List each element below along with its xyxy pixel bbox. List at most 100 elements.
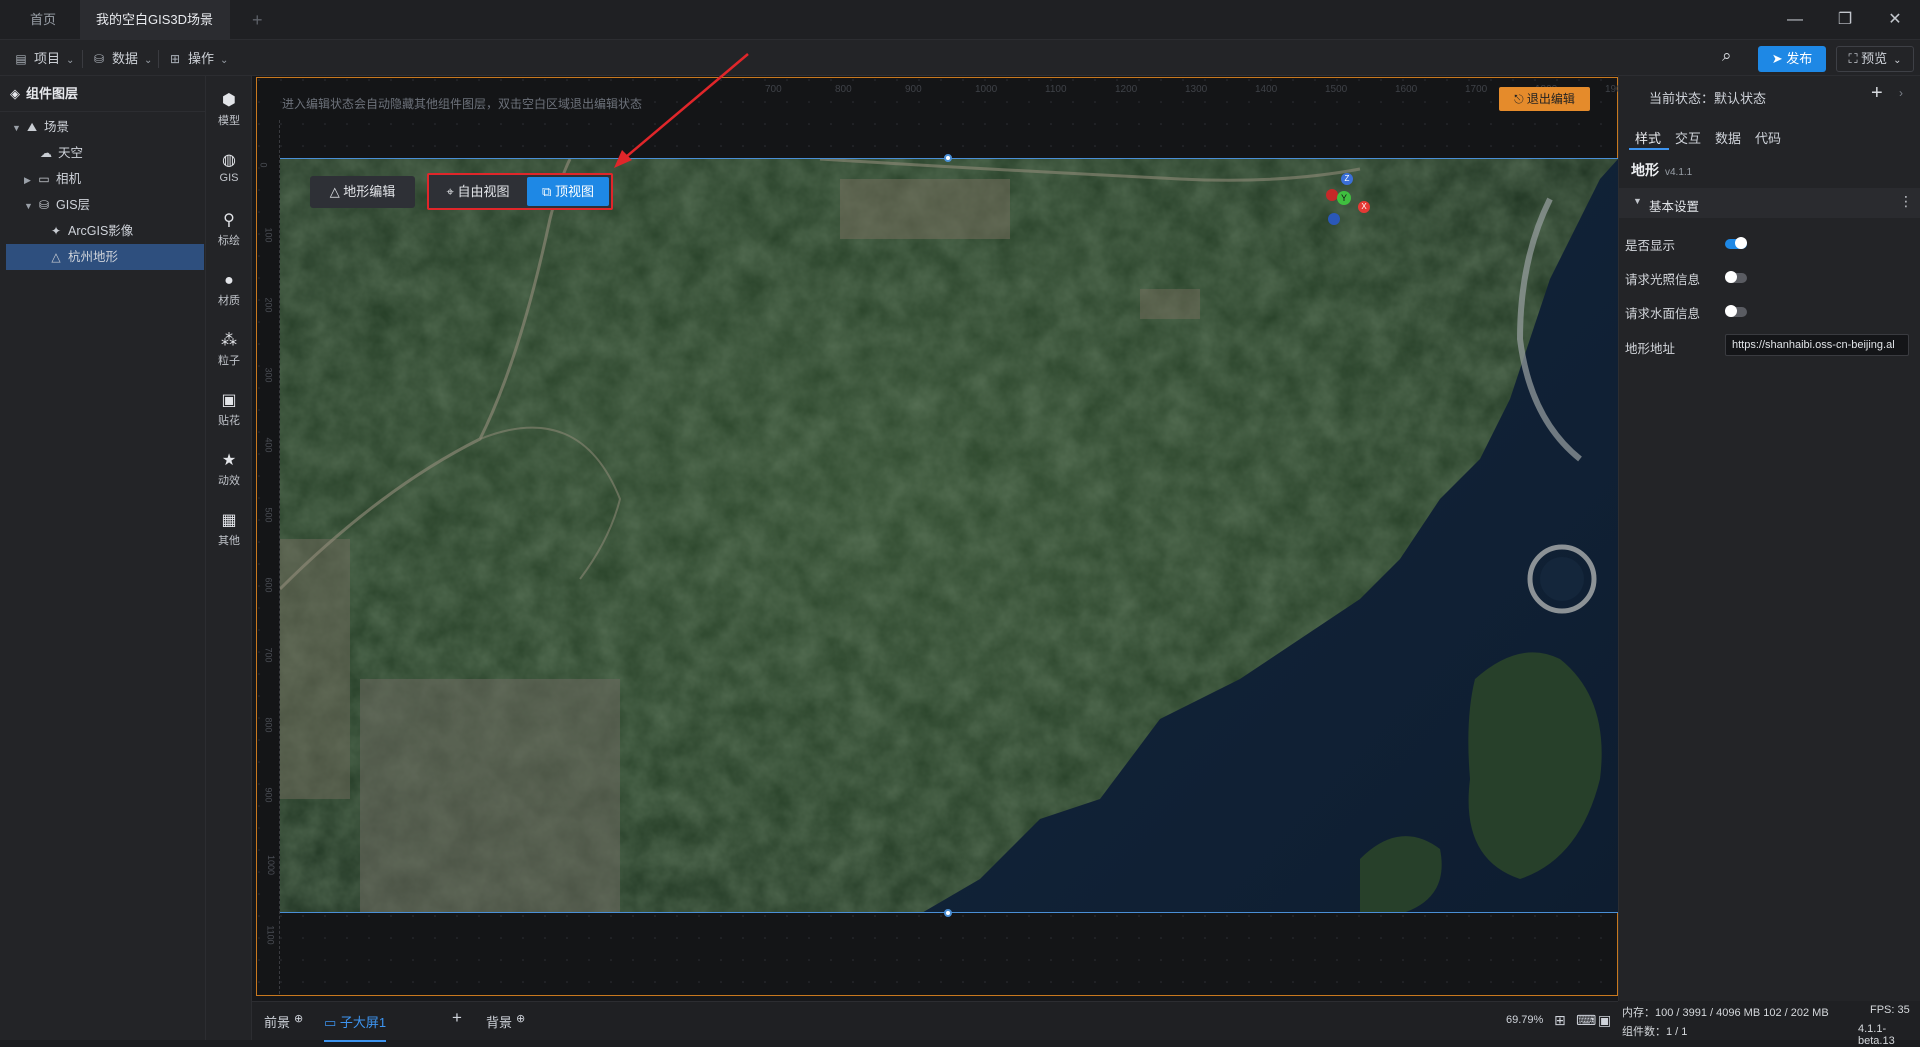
more-icon[interactable]: ⋮ bbox=[1899, 193, 1913, 210]
toggle-knob bbox=[1725, 305, 1737, 317]
chevron-down-icon: ⌄ bbox=[220, 55, 229, 66]
resize-handle-bottom[interactable] bbox=[944, 909, 952, 917]
ruler-tick-label: 1600 bbox=[1395, 84, 1418, 95]
grid-icon: ⊞ bbox=[169, 52, 181, 66]
layers-panel: ◈ 组件图层 ▼ ⛰ 场景 ☁ 天空 ▶ ▭ 相机 ▼ ⛁ GIS层 ✦ ArcGIS影像 △ 杭州… bbox=[0, 76, 206, 1040]
fullscreen-icon: ⛶ bbox=[1848, 51, 1862, 66]
visible-toggle[interactable] bbox=[1725, 237, 1747, 249]
tab-scene-label: 我的空白GIS3D场景 bbox=[96, 12, 214, 27]
tree-item-arcgis[interactable]: ✦ ArcGIS影像 bbox=[0, 218, 206, 244]
tree-item-gis-layer[interactable]: ▼ ⛁ GIS层 bbox=[0, 192, 206, 218]
top-view-label: 顶视图 bbox=[554, 184, 594, 199]
tool-gis[interactable]: ◍ GIS bbox=[206, 146, 252, 196]
caret-down-icon[interactable]: ▼ bbox=[24, 193, 36, 219]
top-view-button[interactable]: ⧉ 顶视图 bbox=[527, 177, 609, 206]
tab-code[interactable]: 代码 bbox=[1755, 128, 1781, 147]
free-view-icon: ⌖ bbox=[446, 184, 458, 199]
section-title: 基本设置 bbox=[1649, 200, 1700, 214]
tab-interaction[interactable]: 交互 bbox=[1675, 128, 1701, 147]
gizmo-blue-dot[interactable] bbox=[1328, 213, 1340, 225]
ruler-tick-label: 700 bbox=[765, 84, 782, 95]
keyboard-icon[interactable]: ⌨ bbox=[1576, 1012, 1596, 1029]
tree-item-camera[interactable]: ▶ ▭ 相机 bbox=[0, 166, 206, 192]
chevron-right-icon[interactable]: › bbox=[1899, 86, 1903, 100]
tree-item-label: 场景 bbox=[44, 120, 70, 134]
ruler-tick-label: 1100 bbox=[1045, 84, 1067, 95]
water-toggle[interactable] bbox=[1725, 305, 1747, 317]
tool-effect[interactable]: ★ 动效 bbox=[206, 446, 252, 496]
ruler-tick-label: 400 bbox=[263, 437, 274, 453]
add-tab-button[interactable]: + bbox=[236, 0, 279, 40]
free-view-label: 自由视图 bbox=[457, 184, 510, 199]
terrain-viewport[interactable]: Z Y X bbox=[280, 158, 1618, 913]
tab-foreground[interactable]: 前景 ⊕ bbox=[264, 1012, 303, 1031]
component-count: 组件数：1 / 1 bbox=[1622, 1026, 1688, 1038]
apps-icon: ▦ bbox=[221, 512, 237, 529]
resize-handle-top[interactable] bbox=[944, 154, 952, 162]
terrain-url-input[interactable]: https://shanhaibi.oss-cn-beijing.al bbox=[1725, 334, 1909, 356]
tool-label: 动效 bbox=[218, 475, 240, 487]
preview-button[interactable]: ⛶ 预览 ⌄ bbox=[1836, 46, 1914, 72]
menu-data[interactable]: ⛁ 数据 ⌄ bbox=[92, 48, 152, 70]
gizmo-z-axis[interactable]: Z bbox=[1341, 173, 1353, 185]
caret-down-icon: ▼ bbox=[1633, 196, 1642, 206]
exit-edit-button[interactable]: ⎋ 退出编辑 bbox=[1499, 87, 1590, 111]
tool-model[interactable]: ⬢ 模型 bbox=[206, 86, 252, 136]
gizmo-y-axis[interactable]: Y bbox=[1337, 191, 1351, 205]
tree-item-sky[interactable]: ☁ 天空 bbox=[0, 140, 206, 166]
add-circle-icon[interactable]: ⊕ bbox=[516, 1013, 525, 1025]
tool-label: GIS bbox=[219, 172, 239, 184]
caret-down-icon[interactable]: ▼ bbox=[12, 115, 24, 141]
terminal-icon[interactable]: ▣ bbox=[1598, 1012, 1611, 1029]
terrain-edit-button[interactable]: △ 地形编辑 bbox=[310, 176, 415, 208]
ruler-tick-label: 1300 bbox=[1185, 84, 1208, 95]
chevron-down-icon: ⌄ bbox=[1893, 55, 1902, 66]
maximize-icon[interactable]: ❐ bbox=[1822, 0, 1868, 40]
section-basic-settings[interactable]: ▼ 基本设置 ⋮ bbox=[1619, 188, 1920, 218]
tab-sub-screen[interactable]: ▭ 子大屏1 bbox=[324, 1012, 387, 1042]
toggle-knob bbox=[1735, 237, 1747, 249]
tool-other[interactable]: ▦ 其他 bbox=[206, 506, 252, 556]
tree-item-hangzhou-terrain[interactable]: △ 杭州地形 bbox=[6, 244, 204, 270]
tool-decal[interactable]: ▣ 贴花 bbox=[206, 386, 252, 436]
tree-item-label: ArcGIS影像 bbox=[68, 224, 134, 238]
tree-item-label: 天空 bbox=[58, 146, 84, 160]
minimize-icon[interactable]: — bbox=[1772, 0, 1818, 40]
tab-home[interactable]: 首页 bbox=[14, 0, 72, 40]
search-icon[interactable]: ⌕ bbox=[1722, 46, 1732, 66]
ruler-tick-label: 200 bbox=[263, 297, 274, 313]
caret-right-icon[interactable]: ▶ bbox=[24, 167, 36, 193]
chevron-down-icon: ⌄ bbox=[66, 55, 75, 66]
gis-layer-icon: ⛁ bbox=[38, 198, 50, 212]
tab-scene[interactable]: 我的空白GIS3D场景 bbox=[80, 0, 230, 65]
preview-label: 预览 bbox=[1861, 51, 1888, 66]
fps-status: FPS: 35 bbox=[1870, 1004, 1910, 1016]
ruler-tick-label: 300 bbox=[263, 367, 274, 383]
publish-button[interactable]: ➤ 发布 bbox=[1758, 46, 1826, 72]
tool-plot[interactable]: ⚲ 标绘 bbox=[206, 206, 252, 256]
gizmo-x-axis[interactable]: X bbox=[1358, 201, 1370, 213]
edit-hint-text: 进入编辑状态会自动隐藏其他组件图层，双击空白区域退出编辑状态 bbox=[282, 97, 643, 111]
menu-operate[interactable]: ⊞ 操作 ⌄ bbox=[168, 48, 228, 70]
terrain-icon: △ bbox=[329, 184, 344, 199]
free-view-button[interactable]: ⌖ 自由视图 bbox=[431, 177, 525, 206]
fit-screen-icon[interactable]: ⊞ bbox=[1554, 1012, 1566, 1029]
screen-tabs-bar: 前景 ⊕ ▭ 子大屏1 + 背景 ⊕ 69.79% ⊞ ⌨ ▣ bbox=[252, 1001, 1618, 1042]
tool-material[interactable]: ● 材质 bbox=[206, 266, 252, 316]
tool-particle[interactable]: ⁂ 粒子 bbox=[206, 326, 252, 376]
add-circle-icon[interactable]: ⊕ bbox=[294, 1013, 303, 1025]
ruler-tick-label: 0 bbox=[258, 162, 269, 168]
add-state-icon[interactable]: + bbox=[1871, 82, 1883, 105]
ruler-tick-label: 1700 bbox=[1465, 84, 1488, 95]
component-toolbar: ⬢ 模型 ◍ GIS ⚲ 标绘 ● 材质 ⁂ 粒子 ▣ 贴花 ★ 动效 ▦ 其他 bbox=[206, 76, 252, 1040]
lighting-toggle[interactable] bbox=[1725, 271, 1747, 283]
annotation-arrow bbox=[614, 53, 749, 168]
tree-item-scene[interactable]: ▼ ⛰ 场景 bbox=[0, 114, 206, 140]
globe-icon: ◍ bbox=[222, 152, 236, 169]
close-icon[interactable]: ✕ bbox=[1872, 0, 1918, 40]
menu-project[interactable]: ▤ 项目 ⌄ bbox=[14, 48, 74, 70]
tab-background[interactable]: 背景 ⊕ bbox=[486, 1012, 525, 1031]
tab-style[interactable]: 样式 bbox=[1635, 128, 1661, 147]
tab-data[interactable]: 数据 bbox=[1715, 128, 1741, 147]
add-screen-button[interactable]: + bbox=[452, 1008, 462, 1028]
